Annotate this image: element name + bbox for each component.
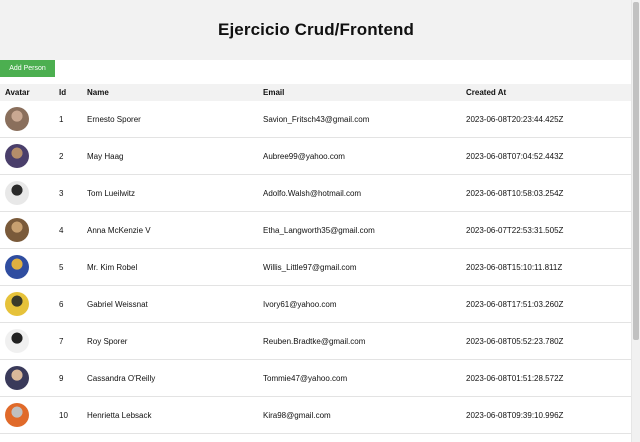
table-row[interactable]: 9 Cassandra O'Reilly Tommie47@yahoo.com 202…: [0, 359, 632, 397]
avatar: [5, 218, 29, 242]
table-row[interactable]: 1 Ernesto Sporer Savion_Fritsch43@gmail.co…: [0, 101, 632, 138]
name-cell: Gabriel Weissnat: [82, 285, 258, 323]
email-cell: Kira98@gmail.com: [258, 396, 461, 434]
table-row[interactable]: 4 Anna McKenzie V Etha_Langworth35@gmail.c…: [0, 211, 632, 249]
name-cell: May Haag: [82, 137, 258, 175]
table-row[interactable]: 5 Mr. Kim Robel Willis_Little97@gmail.com 2…: [0, 248, 632, 286]
column-header-name: Name: [87, 88, 109, 97]
toolbar: Add Person: [0, 60, 632, 84]
avatar: [5, 403, 29, 427]
table-header-row: Avatar Id Name Email Created At: [0, 84, 632, 101]
id-cell: 1: [54, 101, 82, 138]
created-at-cell: 2023-06-08T10:58:03.254Z: [461, 174, 632, 212]
column-header-avatar: Avatar: [5, 88, 30, 97]
avatar-cell: [0, 248, 54, 286]
avatar: [5, 329, 29, 353]
name-cell: Ernesto Sporer: [82, 101, 258, 138]
table-row[interactable]: 7 Roy Sporer Reuben.Bradtke@gmail.com 2023-…: [0, 322, 632, 360]
email-cell: Reuben.Bradtke@gmail.com: [258, 322, 461, 360]
table-row[interactable]: 10 Henrietta Lebsack Kira98@gmail.com 2023-…: [0, 396, 632, 434]
page-header: Ejercicio Crud/Frontend: [0, 0, 632, 60]
avatar: [5, 366, 29, 390]
name-cell: Cassandra O'Reilly: [82, 359, 258, 397]
email-cell: Etha_Langworth35@gmail.com: [258, 211, 461, 249]
created-at-cell: 2023-06-08T09:39:10.996Z: [461, 396, 632, 434]
table-row[interactable]: 2 May Haag Aubree99@yahoo.com 2023-06-08T07…: [0, 137, 632, 175]
avatar-cell: [0, 359, 54, 397]
created-at-cell: 2023-06-08T20:23:44.425Z: [461, 101, 632, 138]
table-body: 1 Ernesto Sporer Savion_Fritsch43@gmail.co…: [0, 101, 632, 434]
avatar-cell: [0, 285, 54, 323]
name-cell: Henrietta Lebsack: [82, 396, 258, 434]
created-at-cell: 2023-06-08T15:10:11.811Z: [461, 248, 632, 286]
created-at-cell: 2023-06-07T22:53:31.505Z: [461, 211, 632, 249]
id-cell: 2: [54, 137, 82, 175]
id-cell: 9: [54, 359, 82, 397]
email-cell: Tommie47@yahoo.com: [258, 359, 461, 397]
avatar: [5, 292, 29, 316]
avatar-cell: [0, 211, 54, 249]
avatar-cell: [0, 174, 54, 212]
email-cell: Ivory61@yahoo.com: [258, 285, 461, 323]
created-at-cell: 2023-06-08T01:51:28.572Z: [461, 359, 632, 397]
created-at-cell: 2023-06-08T17:51:03.260Z: [461, 285, 632, 323]
column-header-created-at: Created At: [466, 88, 507, 97]
app-viewport: Ejercicio Crud/Frontend Add Person Avata…: [0, 0, 632, 442]
avatar-cell: [0, 137, 54, 175]
column-header-email: Email: [263, 88, 285, 97]
avatar-cell: [0, 396, 54, 434]
page-title: Ejercicio Crud/Frontend: [218, 20, 414, 39]
avatar: [5, 181, 29, 205]
vertical-scrollbar[interactable]: [631, 0, 640, 442]
email-cell: Aubree99@yahoo.com: [258, 137, 461, 175]
name-cell: Roy Sporer: [82, 322, 258, 360]
column-header-id: Id: [59, 88, 67, 97]
id-cell: 6: [54, 285, 82, 323]
avatar-cell: [0, 322, 54, 360]
name-cell: Anna McKenzie V: [82, 211, 258, 249]
id-cell: 7: [54, 322, 82, 360]
email-cell: Willis_Little97@gmail.com: [258, 248, 461, 286]
id-cell: 3: [54, 174, 82, 212]
avatar: [5, 255, 29, 279]
id-cell: 4: [54, 211, 82, 249]
id-cell: 5: [54, 248, 82, 286]
name-cell: Tom Lueilwitz: [82, 174, 258, 212]
created-at-cell: 2023-06-08T07:04:52.443Z: [461, 137, 632, 175]
avatar: [5, 144, 29, 168]
scrollbar-thumb[interactable]: [633, 2, 639, 340]
created-at-cell: 2023-06-08T05:52:23.780Z: [461, 322, 632, 360]
avatar-cell: [0, 101, 54, 138]
id-cell: 10: [54, 396, 82, 434]
name-cell: Mr. Kim Robel: [82, 248, 258, 286]
add-person-button[interactable]: Add Person: [0, 60, 55, 77]
table-row[interactable]: 6 Gabriel Weissnat Ivory61@yahoo.com 2023-0…: [0, 285, 632, 323]
email-cell: Adolfo.Walsh@hotmail.com: [258, 174, 461, 212]
email-cell: Savion_Fritsch43@gmail.com: [258, 101, 461, 138]
table-row[interactable]: 3 Tom Lueilwitz Adolfo.Walsh@hotmail.com 20…: [0, 174, 632, 212]
avatar: [5, 107, 29, 131]
persons-table: Avatar Id Name Email Created At 1 Ernesto…: [0, 84, 632, 434]
